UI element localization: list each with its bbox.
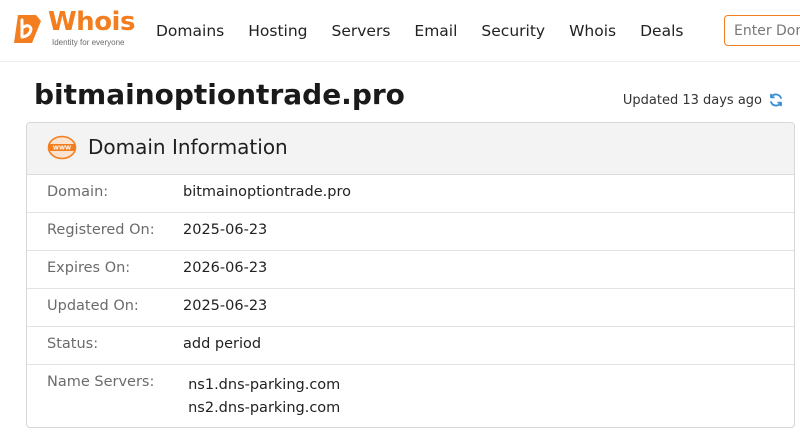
- svg-text:WWW: WWW: [53, 146, 71, 152]
- row-label: Expires On:: [47, 260, 131, 276]
- top-navbar: Whois Identity for everyone Domains Host…: [0, 0, 800, 62]
- info-row-domain: Domain: bitmainoptiontrade.pro: [27, 175, 794, 213]
- name-server: ns2.dns-parking.com: [188, 400, 341, 416]
- row-value: add period: [183, 336, 262, 352]
- info-row-expires: Expires On: 2026-06-23: [27, 251, 794, 289]
- row-label: Updated On:: [47, 298, 139, 314]
- page-title: bitmainoptiontrade.pro: [34, 78, 405, 111]
- card-title: Domain Information: [88, 135, 288, 159]
- row-value: 2025-06-23: [183, 222, 268, 238]
- name-server: ns1.dns-parking.com: [188, 377, 341, 393]
- info-row-status: Status: add period: [27, 327, 794, 365]
- refresh-icon[interactable]: [768, 92, 784, 108]
- row-label: Registered On:: [47, 222, 155, 238]
- row-value: bitmainoptiontrade.pro: [183, 184, 351, 200]
- main-nav: Domains Hosting Servers Email Security W…: [156, 20, 707, 42]
- card-header: WWW Domain Information: [27, 123, 794, 175]
- nav-whois[interactable]: Whois: [569, 20, 616, 42]
- info-row-name-servers: Name Servers: ns1.dns-parking.com ns2.dn…: [27, 365, 794, 427]
- updated-text: Updated 13 days ago: [622, 92, 762, 108]
- nav-email[interactable]: Email: [414, 20, 457, 42]
- logo-tagline: Identity for everyone: [52, 38, 125, 47]
- whois-logo[interactable]: Whois Identity for everyone: [10, 7, 160, 50]
- row-value: 2026-06-23: [183, 260, 268, 276]
- row-value: ns1.dns-parking.com ns2.dns-parking.com: [188, 365, 340, 420]
- nav-servers[interactable]: Servers: [332, 20, 391, 42]
- row-label: Status:: [47, 336, 99, 352]
- search-input[interactable]: [725, 16, 800, 45]
- www-icon: WWW: [47, 135, 77, 160]
- updated-status: Updated 13 days ago: [623, 92, 784, 108]
- nav-deals[interactable]: Deals: [640, 20, 683, 42]
- search-box: [724, 15, 800, 46]
- row-value: 2025-06-23: [183, 298, 268, 314]
- nav-hosting[interactable]: Hosting: [248, 20, 307, 42]
- nav-security[interactable]: Security: [481, 20, 545, 42]
- logo-mark-icon: [14, 15, 41, 43]
- domain-information-card: WWW Domain Information Domain: bitmainop…: [26, 122, 795, 428]
- info-row-updated: Updated On: 2025-06-23: [27, 289, 794, 327]
- logo-wordmark: Whois: [48, 7, 135, 37]
- nav-domains[interactable]: Domains: [156, 20, 224, 42]
- row-label: Domain:: [47, 184, 109, 200]
- row-label: Name Servers:: [47, 374, 155, 390]
- info-row-registered: Registered On: 2025-06-23: [27, 213, 794, 251]
